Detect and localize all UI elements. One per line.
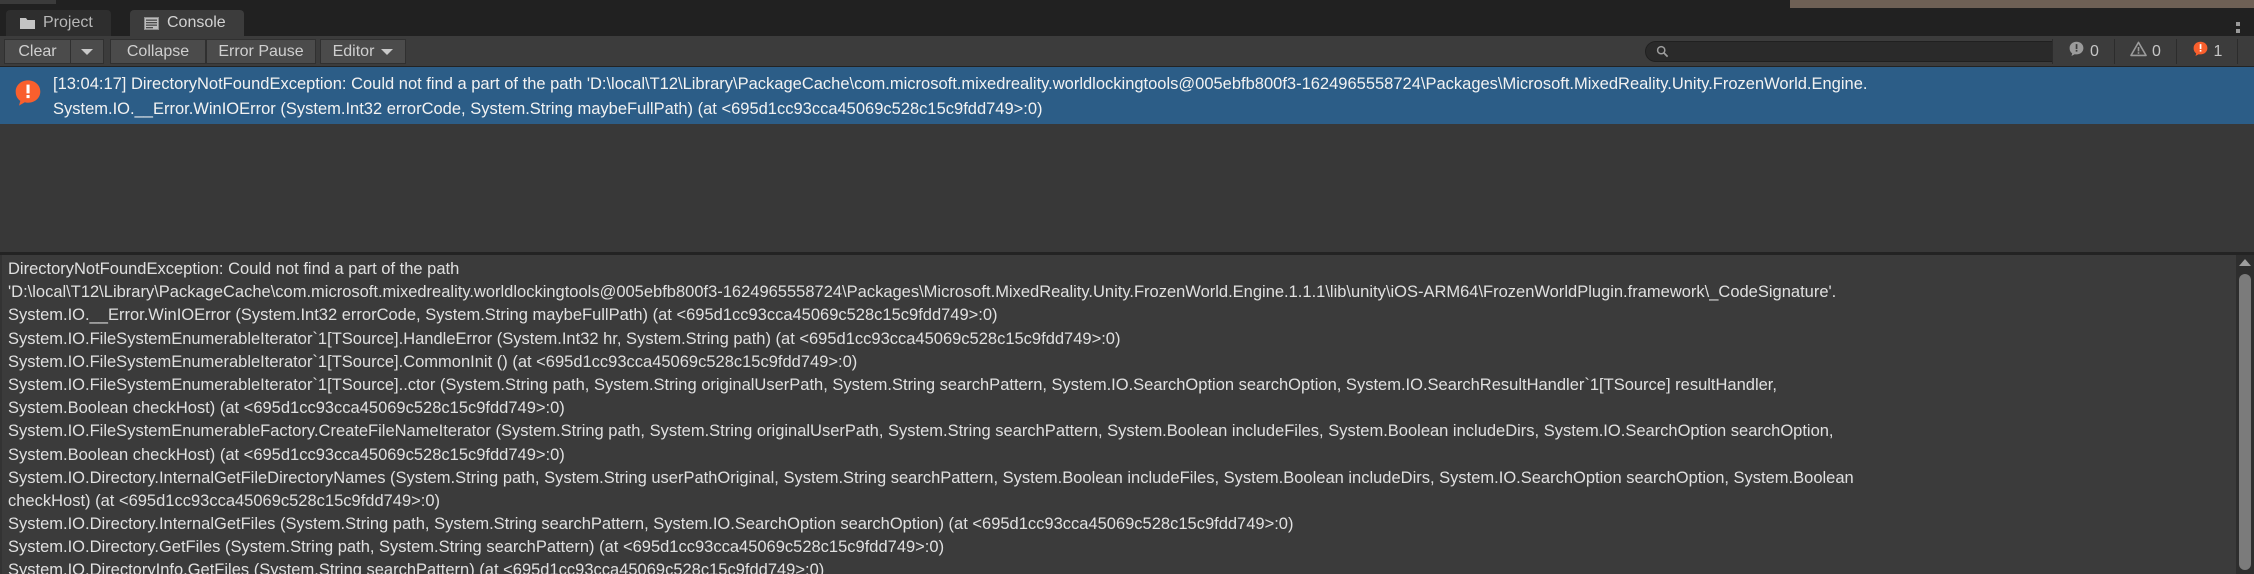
scroll-up-arrow-icon[interactable] bbox=[2239, 259, 2251, 266]
log-detail-line: System.IO.Directory.InternalGetFileDirec… bbox=[8, 468, 1854, 487]
console-toolbar: Clear Collapse Error Pause Editor 0 0 1 bbox=[0, 36, 2254, 67]
editor-dropdown-label: Editor bbox=[332, 42, 375, 60]
log-detail-line: System.IO.Directory.GetFiles (System.Str… bbox=[8, 538, 945, 557]
error-icon bbox=[2192, 41, 2209, 63]
log-detail-line: System.IO.DirectoryInfo.GetFiles (System… bbox=[8, 561, 825, 574]
error-count-toggle[interactable]: 1 bbox=[2176, 39, 2238, 64]
folder-icon bbox=[20, 17, 35, 30]
console-icon bbox=[144, 16, 159, 30]
search-input[interactable] bbox=[1675, 43, 2115, 60]
collapse-toggle-label: Collapse bbox=[126, 42, 190, 60]
error-icon bbox=[13, 79, 43, 114]
error-pause-toggle[interactable]: Error Pause bbox=[206, 39, 316, 64]
log-list-empty-area bbox=[0, 124, 2254, 252]
unity-console-window: Project Console Clear Collapse Error Pau… bbox=[0, 0, 2254, 574]
log-detail-line: checkHost) (at <695d1cc93cca45069c528c15… bbox=[8, 491, 441, 510]
chevron-down-icon bbox=[81, 48, 93, 55]
warning-count: 0 bbox=[2152, 42, 2161, 60]
error-pause-toggle-label: Error Pause bbox=[218, 42, 304, 60]
log-detail-line: System.IO.FileSystemEnumerableIterator`1… bbox=[8, 329, 1121, 348]
tab-project[interactable]: Project bbox=[6, 10, 111, 36]
log-detail-line: System.IO.FileSystemEnumerableFactory.Cr… bbox=[8, 422, 1834, 441]
scrollbar-thumb[interactable] bbox=[2239, 274, 2251, 570]
warning-icon bbox=[2130, 41, 2147, 63]
log-detail-line: System.IO.Directory.InternalGetFiles (Sy… bbox=[8, 515, 1294, 534]
log-detail-text: DirectoryNotFoundException: Could not fi… bbox=[8, 258, 2228, 574]
chevron-down-icon bbox=[381, 48, 394, 55]
top-strip-left-marker bbox=[0, 0, 56, 4]
clear-dropdown-button[interactable] bbox=[70, 39, 104, 64]
editor-dropdown-button[interactable]: Editor bbox=[320, 39, 406, 64]
detail-pane-left-edge bbox=[0, 255, 2, 574]
log-entry-row[interactable]: [13:04:17] DirectoryNotFoundException: C… bbox=[0, 67, 2254, 124]
log-detail-line: DirectoryNotFoundException: Could not fi… bbox=[8, 260, 460, 278]
log-detail-line: System.Boolean checkHost) (at <695d1cc93… bbox=[8, 399, 565, 418]
warning-count-toggle[interactable]: 0 bbox=[2114, 39, 2176, 64]
log-detail-line: 'D:\local\T12\Library\PackageCache\com.m… bbox=[8, 283, 1837, 302]
log-detail-line: System.IO.FileSystemEnumerableIterator`1… bbox=[8, 352, 858, 371]
tab-console[interactable]: Console bbox=[130, 10, 244, 36]
collapse-toggle[interactable]: Collapse bbox=[110, 39, 206, 64]
window-top-strip bbox=[0, 0, 2254, 9]
tab-project-label: Project bbox=[43, 14, 93, 31]
log-entry-line-1: [13:04:17] DirectoryNotFoundException: C… bbox=[53, 75, 1868, 93]
clear-button-label: Clear bbox=[18, 42, 57, 60]
tab-bar: Project Console bbox=[0, 9, 2254, 40]
log-list-pane: [13:04:17] DirectoryNotFoundException: C… bbox=[0, 67, 2254, 252]
clear-button[interactable]: Clear bbox=[4, 39, 70, 64]
log-entry-line-2: System.IO.__Error.WinIOError (System.Int… bbox=[53, 100, 1043, 118]
kebab-dot bbox=[2236, 22, 2240, 26]
log-detail-line: System.IO.FileSystemEnumerableIterator`1… bbox=[8, 375, 1777, 394]
log-detail-pane[interactable]: DirectoryNotFoundException: Could not fi… bbox=[0, 255, 2254, 574]
search-icon bbox=[1656, 45, 1669, 58]
tab-console-label: Console bbox=[167, 14, 226, 31]
log-entry-text: [13:04:17] DirectoryNotFoundException: C… bbox=[53, 72, 1867, 122]
error-count: 1 bbox=[2213, 42, 2223, 60]
kebab-dot bbox=[2236, 29, 2240, 33]
log-detail-line: System.IO.__Error.WinIOError (System.Int… bbox=[8, 306, 998, 325]
top-strip-right-marker bbox=[1790, 0, 2254, 8]
info-count: 0 bbox=[2090, 42, 2099, 60]
log-detail-line: System.Boolean checkHost) (at <695d1cc93… bbox=[8, 445, 565, 464]
info-icon bbox=[2068, 41, 2085, 63]
info-count-toggle[interactable]: 0 bbox=[2052, 39, 2114, 64]
detail-vertical-scrollbar[interactable] bbox=[2236, 255, 2254, 574]
